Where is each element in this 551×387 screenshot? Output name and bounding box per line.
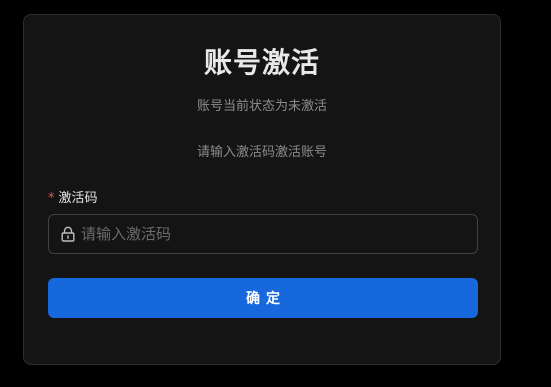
confirm-button[interactable]: 确定 — [48, 278, 478, 318]
page-title: 账号激活 — [203, 46, 320, 79]
activation-code-label: * 激活码 — [48, 187, 98, 206]
activation-card: 账号激活 账号当前状态为未激活 请输入激活码激活账号 *激活码 确定 — [23, 14, 501, 365]
activation-code-field[interactable] — [48, 214, 478, 254]
status-text: 账号当前状态为未激活 — [196, 99, 327, 114]
lock-icon — [61, 226, 75, 242]
activation-code-input[interactable] — [81, 215, 477, 253]
required-marker: * — [48, 191, 55, 206]
field-label-text: 激活码 — [58, 191, 98, 206]
instruction-text: 请输入激活码激活账号 — [196, 145, 327, 160]
